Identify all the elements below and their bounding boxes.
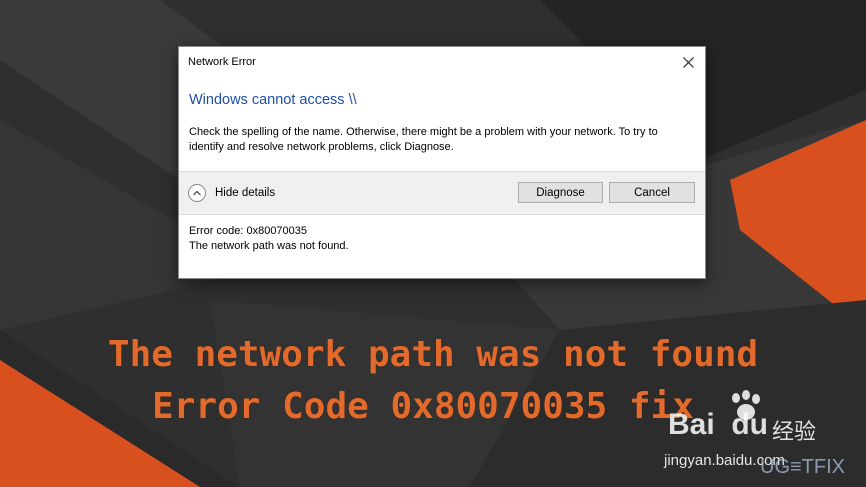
dialog-message: Check the spelling of the name. Otherwis… bbox=[189, 126, 658, 153]
dialog-titlebar[interactable]: Network Error bbox=[179, 47, 705, 77]
error-code: Error code: 0x80070035 bbox=[189, 225, 308, 237]
dialog-heading: Windows cannot access \\ bbox=[189, 92, 357, 108]
error-details: Error code: 0x80070035 The network path … bbox=[189, 224, 349, 254]
hide-details-toggle[interactable]: Hide details bbox=[188, 182, 275, 204]
cancel-button[interactable]: Cancel bbox=[609, 182, 695, 203]
action-bar: Hide details Diagnose Cancel bbox=[179, 171, 705, 215]
network-error-dialog: Network Error Windows cannot access \\ C… bbox=[178, 46, 706, 279]
hide-details-label: Hide details bbox=[215, 187, 276, 199]
caption-line-1: The network path was not found bbox=[107, 334, 759, 375]
baidu-jingyan-text: 经验 bbox=[772, 419, 817, 444]
close-button[interactable] bbox=[677, 51, 699, 73]
close-icon bbox=[682, 56, 694, 68]
dialog-title: Network Error bbox=[188, 56, 256, 68]
ugetfix-watermark: UG≡TFIX bbox=[760, 456, 845, 478]
baidu-logo-text: Bai du bbox=[668, 408, 769, 441]
diagnose-button[interactable]: Diagnose bbox=[518, 182, 603, 203]
error-description: The network path was not found. bbox=[189, 240, 349, 252]
chevron-up-icon bbox=[188, 184, 206, 202]
